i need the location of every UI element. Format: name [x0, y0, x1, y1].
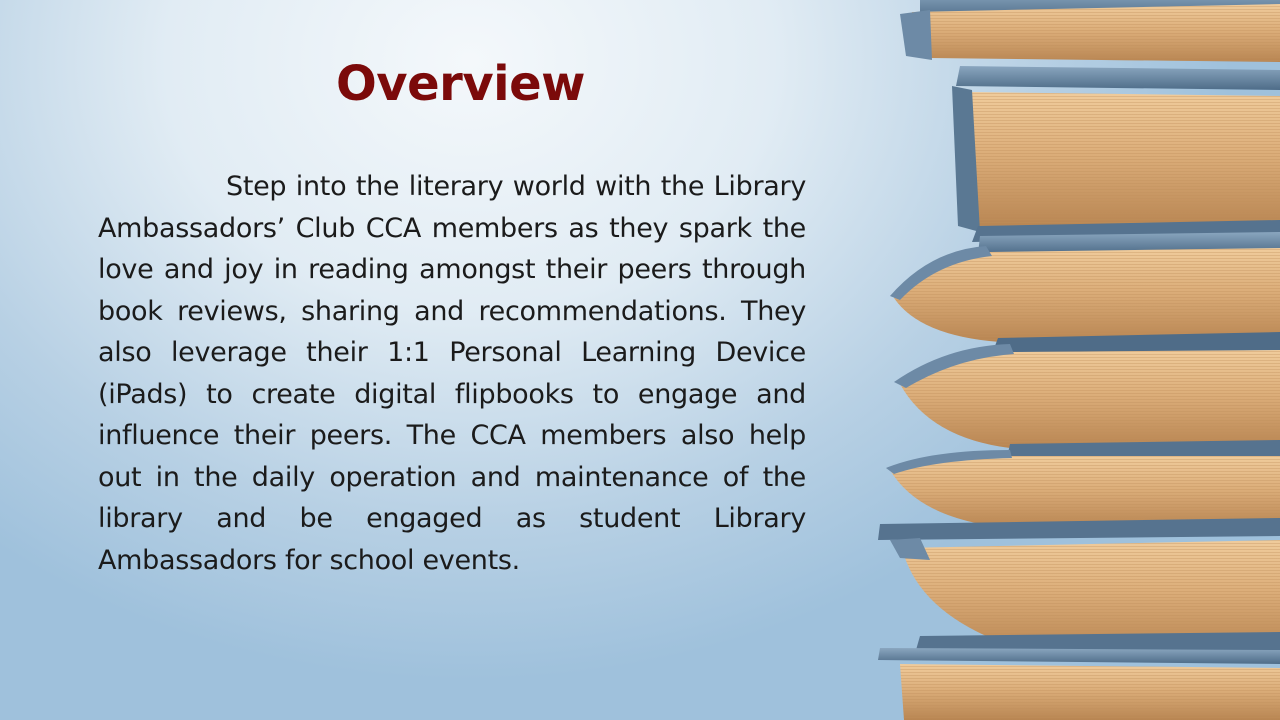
book-6 [890, 538, 1280, 652]
book-7 [878, 648, 1280, 720]
slide-body-text: Step into the literary world with the Li… [98, 171, 806, 576]
book-1 [900, 0, 1280, 62]
slide-title: Overview [336, 56, 585, 112]
book-4 [894, 344, 1280, 462]
slide: Overview Step into the literary world wi… [0, 0, 1280, 720]
book-2 [952, 66, 1280, 242]
book-3 [890, 232, 1280, 354]
book-5 [878, 450, 1280, 540]
book-stack-image [878, 0, 1280, 720]
